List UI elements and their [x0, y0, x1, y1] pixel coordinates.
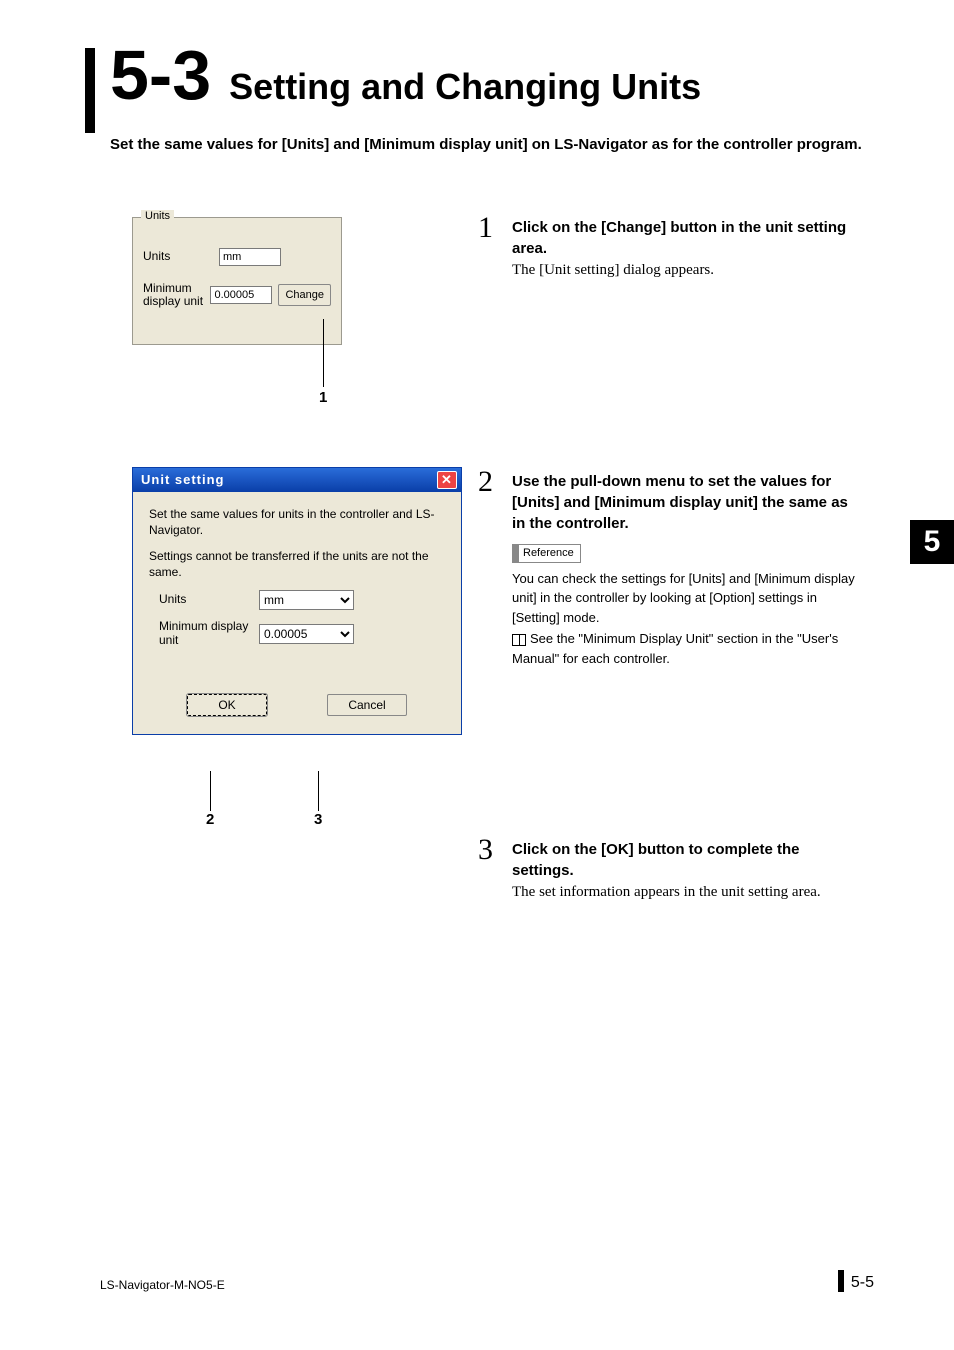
callout-label-2: 2 [206, 811, 214, 828]
dialog-text-1: Set the same values for units in the con… [149, 506, 445, 538]
step-3: 3 Click on the [OK] button to complete t… [478, 839, 858, 903]
unit-setting-dialog: Unit setting ✕ Set the same values for u… [132, 467, 462, 735]
step-1-instruction: Click on the [Change] button in the unit… [512, 219, 846, 257]
section-heading: 5-3 Setting and Changing Units [110, 40, 880, 110]
step-1-number: 1 [478, 211, 493, 245]
section-title: Setting and Changing Units [229, 66, 701, 108]
groupbox-legend: Units [141, 210, 174, 222]
step-2: 2 Use the pull-down menu to set the valu… [478, 471, 858, 669]
page-content: 5-3 Setting and Changing Units Set the s… [80, 40, 880, 217]
callout-line-1 [323, 319, 324, 387]
callout-line-2 [210, 771, 211, 811]
callout-label-1: 1 [319, 389, 327, 406]
chapter-tab: 5 [910, 520, 954, 564]
page-footer: LS-Navigator-M-NO5-E 5-5 [100, 1274, 874, 1292]
step-3-result: The set information appears in the unit … [512, 884, 821, 900]
callout-label-3: 3 [314, 811, 322, 828]
step-3-number: 3 [478, 833, 493, 867]
dialog-units-label: Units [159, 593, 249, 607]
min-display-unit-label: Minimum display unit [143, 282, 204, 310]
book-icon [512, 634, 526, 646]
dialog-min-select[interactable]: 0.00005 [259, 624, 354, 644]
units-field[interactable] [219, 248, 281, 266]
footer-page-number: 5-5 [851, 1274, 874, 1292]
dialog-titlebar: Unit setting ✕ [133, 468, 461, 492]
reference-tag: Reference [512, 544, 581, 563]
callout-line-3 [318, 771, 319, 811]
min-display-unit-field[interactable] [210, 286, 272, 304]
change-button[interactable]: Change [278, 284, 331, 306]
step-1-result: The [Unit setting] dialog appears. [512, 262, 714, 278]
dialog-min-label: Minimum display unit [159, 620, 249, 648]
section-number: 5-3 [110, 40, 211, 110]
intro-paragraph: Set the same values for [Units] and [Min… [110, 134, 880, 157]
footer-doc-id: LS-Navigator-M-NO5-E [100, 1278, 225, 1292]
cancel-button[interactable]: Cancel [327, 694, 407, 716]
step-3-instruction: Click on the [OK] button to complete the… [512, 841, 800, 879]
book-note: See the "Minimum Display Unit" section i… [512, 631, 838, 666]
units-groupbox: Units Units Minimum display unit Change [132, 217, 342, 345]
units-label: Units [143, 250, 213, 264]
step-2-instruction: Use the pull-down menu to set the values… [512, 473, 848, 532]
step-2-number: 2 [478, 465, 493, 499]
dialog-units-select[interactable]: mm [259, 590, 354, 610]
ok-button[interactable]: OK [187, 694, 267, 716]
dialog-text-2: Settings cannot be transferred if the un… [149, 548, 445, 580]
close-icon[interactable]: ✕ [437, 471, 457, 489]
dialog-title: Unit setting [141, 472, 225, 487]
footer-accent-bar [838, 1270, 844, 1292]
reference-body: You can check the settings for [Units] a… [512, 569, 858, 628]
step-1: 1 Click on the [Change] button in the un… [478, 217, 858, 281]
